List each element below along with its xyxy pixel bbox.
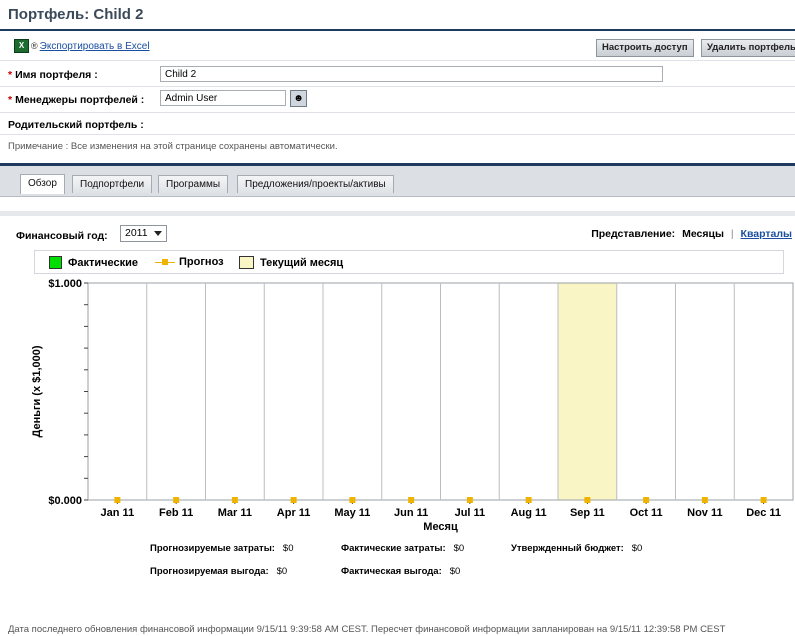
x-axis-label: Месяц: [423, 521, 458, 533]
divider: [0, 112, 795, 113]
registered-mark: ®: [31, 41, 38, 51]
divider: [0, 60, 795, 61]
forecast-point: [114, 497, 121, 503]
tab-proposals-projects-assets[interactable]: Предложения/проекты/активы: [237, 175, 394, 193]
forecast-point: [349, 497, 356, 503]
forecast-cost: Прогнозируемые затраты: $0: [150, 543, 294, 554]
delete-portfolio-button[interactable]: Удалить портфель: [701, 39, 795, 57]
user-picker-icon[interactable]: ☻: [290, 90, 307, 107]
tab-overview[interactable]: Обзор: [20, 174, 65, 194]
view-months: Месяцы: [682, 228, 724, 240]
legend-actual: Фактические: [49, 256, 138, 269]
portfolio-name-input[interactable]: Child 2: [160, 66, 663, 82]
fiscal-year-label: Финансовый год:: [16, 230, 108, 242]
approved-budget: Утвержденный бюджет: $0: [511, 543, 643, 554]
x-tick-label: Dec 11: [746, 507, 781, 519]
forecast-chart: $0.000 $1.000 Деньги (x $1,000) Jan 11 Feb 1…: [31, 278, 794, 533]
y-tick-label: $1.000: [48, 278, 82, 290]
chevron-down-icon: [154, 231, 162, 236]
actual-benefit: Фактическая выгода: $0: [341, 566, 461, 577]
legend-forecast: Прогноз: [155, 256, 224, 268]
page-title: Портфель: Child 2: [8, 6, 144, 23]
forecast-point: [290, 497, 297, 503]
title-divider: [0, 29, 795, 31]
x-tick-label: Aug 11: [511, 507, 547, 519]
view-switcher: Представление: Месяцы | Кварталы: [591, 228, 792, 240]
forecast-point: [525, 497, 532, 503]
forecast-point: [231, 497, 238, 503]
x-tick-label: Jan 11: [101, 507, 135, 519]
managers-label: * Менеджеры портфелей :: [8, 94, 145, 106]
autosave-note: Примечание : Все изменения на этой стран…: [8, 141, 338, 152]
x-tick-label: Sep 11: [570, 507, 605, 519]
divider: [0, 134, 795, 135]
forecast-point: [760, 497, 767, 503]
x-tick-label: Jun 11: [394, 507, 428, 519]
tab-programs[interactable]: Программы: [158, 175, 229, 193]
tab-bar: Обзор Подпортфели Программы Предложения/…: [0, 166, 795, 197]
legend-current-month: Текущий месяц: [239, 256, 343, 269]
x-tick-label: Jul 11: [455, 507, 486, 519]
divider: [0, 211, 795, 216]
forecast-point: [584, 497, 591, 503]
x-tick-label: Nov 11: [687, 507, 722, 519]
forecast-benefit: Прогнозируемая выгода: $0: [150, 566, 288, 577]
x-tick-label: Feb 11: [159, 507, 193, 519]
fiscal-year-select[interactable]: 2011: [120, 225, 167, 242]
export-excel-link[interactable]: Экспортировать в Excel: [40, 41, 150, 52]
view-quarters-link[interactable]: Кварталы: [741, 228, 792, 240]
x-tick-label: Apr 11: [277, 507, 311, 519]
view-label: Представление:: [591, 228, 676, 240]
parent-portfolio-label: Родительский портфель :: [8, 119, 144, 131]
forecast-point: [173, 497, 180, 503]
x-tick-label: Mar 11: [218, 507, 252, 519]
managers-input[interactable]: Admin User: [160, 90, 286, 106]
current-month-band: [558, 283, 617, 500]
x-tick-label: Oct 11: [630, 507, 663, 519]
portfolio-name-label: * Имя портфеля :: [8, 69, 98, 81]
tab-subportfolios[interactable]: Подпортфели: [72, 175, 153, 193]
forecast-point: [643, 497, 650, 503]
y-axis-label: Деньги (x $1,000): [31, 345, 43, 437]
y-tick-label: $0.000: [48, 495, 82, 507]
export-excel[interactable]: X ® Экспортировать в Excel: [14, 39, 150, 53]
configure-access-button[interactable]: Настроить доступ: [596, 39, 694, 57]
excel-icon: X: [14, 39, 29, 53]
chart-legend: Фактические Прогноз Текущий месяц: [34, 250, 784, 274]
financial-update-note: Дата последнего обновления финансовой ин…: [8, 624, 726, 635]
actual-cost: Фактические затраты: $0: [341, 543, 465, 554]
divider: [0, 86, 795, 87]
x-tick-label: May 11: [334, 507, 370, 519]
forecast-point: [701, 497, 708, 503]
forecast-point: [466, 497, 473, 503]
forecast-point: [408, 497, 415, 503]
